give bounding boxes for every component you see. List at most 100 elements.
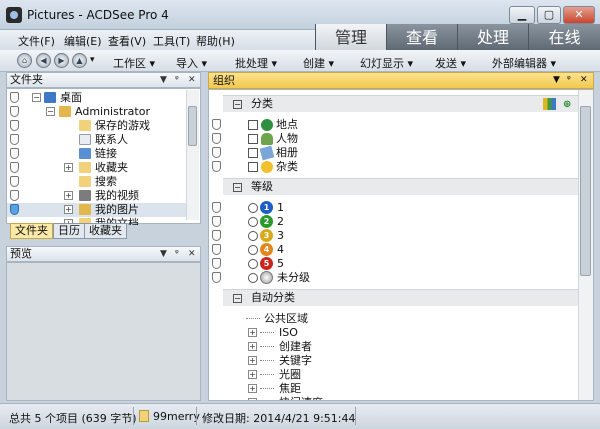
home-icon[interactable]: ⌂	[17, 53, 32, 68]
auto-category-item[interactable]: + ISO	[209, 326, 579, 340]
rating-unrated[interactable]: 未分级	[209, 271, 579, 285]
panel-close-icon[interactable]: ✕	[188, 73, 196, 87]
auto-root-public[interactable]: 公共区域	[209, 312, 579, 326]
add-category-icon[interactable]: ⊕	[563, 97, 571, 113]
preview-panel-title: 预览	[10, 247, 32, 260]
mode-tab-view[interactable]: 查看	[386, 24, 457, 51]
album-icon	[259, 145, 275, 161]
radio-button[interactable]	[248, 217, 258, 227]
toolbar-send[interactable]: 发送 ▾	[435, 55, 466, 71]
section-categories[interactable]: − 分类 ⊕	[223, 95, 581, 112]
section-ratings[interactable]: − 等级	[223, 178, 581, 195]
rating-5[interactable]: 5 5	[209, 257, 579, 271]
toolbar-slideshow[interactable]: 幻灯显示 ▾	[360, 55, 413, 71]
radio-button[interactable]	[248, 231, 258, 241]
pin-icon[interactable]: ᵠ	[175, 73, 179, 87]
collapse-icon[interactable]: −	[233, 294, 242, 303]
panel-menu-icon[interactable]: ▼	[553, 73, 560, 88]
toolbar-create[interactable]: 创建 ▾	[303, 55, 334, 71]
mode-tab-manage[interactable]: 管理	[315, 24, 386, 51]
radio-button[interactable]	[248, 273, 258, 283]
checkbox[interactable]	[248, 134, 258, 144]
checkbox[interactable]	[248, 120, 258, 130]
radio-button[interactable]	[248, 245, 258, 255]
tree-item-favorites[interactable]: + 收藏夹	[7, 161, 187, 175]
back-icon[interactable]: ◀	[36, 53, 51, 68]
menu-file[interactable]: 文件(F)	[18, 33, 55, 49]
mode-tab-process[interactable]: 处理	[457, 24, 528, 51]
pin-icon[interactable]: ᵠ	[175, 247, 179, 261]
organize-scrollbar-thumb[interactable]	[580, 106, 591, 276]
maximize-button[interactable]: ▢	[537, 6, 561, 24]
tab-favorites[interactable]: 收藏夹	[84, 223, 127, 239]
expand-icon[interactable]: +	[248, 370, 257, 379]
toolbar-workspace[interactable]: 工作区 ▾	[113, 55, 155, 71]
auto-category-item[interactable]: + 焦距	[209, 382, 579, 396]
panel-menu-icon[interactable]: ▼	[160, 247, 167, 261]
expand-icon[interactable]: +	[248, 398, 257, 400]
shield-icon	[10, 92, 19, 103]
tree-item-my-videos[interactable]: + 我的视频	[7, 189, 187, 203]
close-button[interactable]: ✕	[563, 6, 595, 24]
expand-icon[interactable]: +	[248, 356, 257, 365]
tree-item-my-pictures[interactable]: + 我的图片	[7, 203, 187, 217]
menu-help[interactable]: 帮助(H)	[196, 33, 235, 49]
menu-tools[interactable]: 工具(T)	[153, 33, 190, 49]
checkbox[interactable]	[248, 148, 258, 158]
category-place[interactable]: 地点	[209, 118, 579, 132]
shield-icon	[212, 147, 221, 158]
checkbox[interactable]	[248, 162, 258, 172]
rating-2[interactable]: 2 2	[209, 215, 579, 229]
radio-button[interactable]	[248, 259, 258, 269]
collapse-icon[interactable]: −	[233, 183, 242, 192]
organize-panel-header: 组织 ▼ ᵠ ✕	[208, 72, 594, 89]
expand-icon[interactable]: +	[64, 205, 73, 214]
nav-menu-icon[interactable]: ▾	[90, 55, 95, 65]
rating-1[interactable]: 1 1	[209, 201, 579, 215]
shield-icon	[212, 202, 221, 213]
rating-4[interactable]: 4 4	[209, 243, 579, 257]
radio-button[interactable]	[248, 203, 258, 213]
search-folder-icon	[79, 176, 91, 187]
menu-view[interactable]: 查看(V)	[108, 33, 146, 49]
section-auto-categories[interactable]: − 自动分类	[223, 289, 581, 306]
auto-category-item[interactable]: + 创建者	[209, 340, 579, 354]
forward-icon[interactable]: ▶	[54, 53, 69, 68]
tree-item-contacts[interactable]: 联系人	[7, 133, 187, 147]
menu-edit[interactable]: 编辑(E)	[64, 33, 102, 49]
toolbar-import[interactable]: 导入 ▾	[176, 55, 207, 71]
tree-item-saved-games[interactable]: 保存的游戏	[7, 119, 187, 133]
auto-category-item[interactable]: + 关键字	[209, 354, 579, 368]
category-view-icon[interactable]	[543, 98, 556, 110]
pin-icon[interactable]: ᵠ	[567, 73, 571, 88]
minimize-button[interactable]: ▁	[509, 6, 535, 24]
folder-scrollbar-thumb[interactable]	[188, 106, 197, 146]
tree-item-search[interactable]: 搜索	[7, 175, 187, 189]
tree-item-administrator[interactable]: − Administrator	[7, 105, 187, 119]
panel-close-icon[interactable]: ✕	[580, 73, 588, 88]
auto-category-item[interactable]: +快门速度	[209, 396, 579, 400]
expand-icon[interactable]: +	[248, 342, 257, 351]
collapse-icon[interactable]: −	[46, 107, 55, 116]
toolbar-batch[interactable]: 批处理 ▾	[235, 55, 277, 71]
expand-icon[interactable]: +	[248, 384, 257, 393]
panel-close-icon[interactable]: ✕	[188, 247, 196, 261]
category-people[interactable]: 人物	[209, 132, 579, 146]
toolbar-external-editor[interactable]: 外部编辑器 ▾	[492, 55, 556, 71]
expand-icon[interactable]: +	[248, 328, 257, 337]
tree-item-desktop[interactable]: − 桌面	[7, 91, 187, 105]
up-icon[interactable]: ▲	[72, 53, 87, 68]
tab-calendar[interactable]: 日历	[53, 223, 85, 239]
rating-3[interactable]: 3 3	[209, 229, 579, 243]
tab-folders[interactable]: 文件夹	[10, 223, 53, 239]
collapse-icon[interactable]: −	[32, 93, 41, 102]
auto-category-item[interactable]: + 光圈	[209, 368, 579, 382]
category-misc[interactable]: 杂类	[209, 160, 579, 174]
expand-icon[interactable]: +	[64, 191, 73, 200]
collapse-icon[interactable]: −	[233, 100, 242, 109]
expand-icon[interactable]: +	[64, 163, 73, 172]
category-album[interactable]: 相册	[209, 145, 579, 161]
tree-item-links[interactable]: 链接	[7, 147, 187, 161]
mode-tab-online[interactable]: 在线	[528, 24, 600, 51]
panel-menu-icon[interactable]: ▼	[160, 73, 167, 87]
